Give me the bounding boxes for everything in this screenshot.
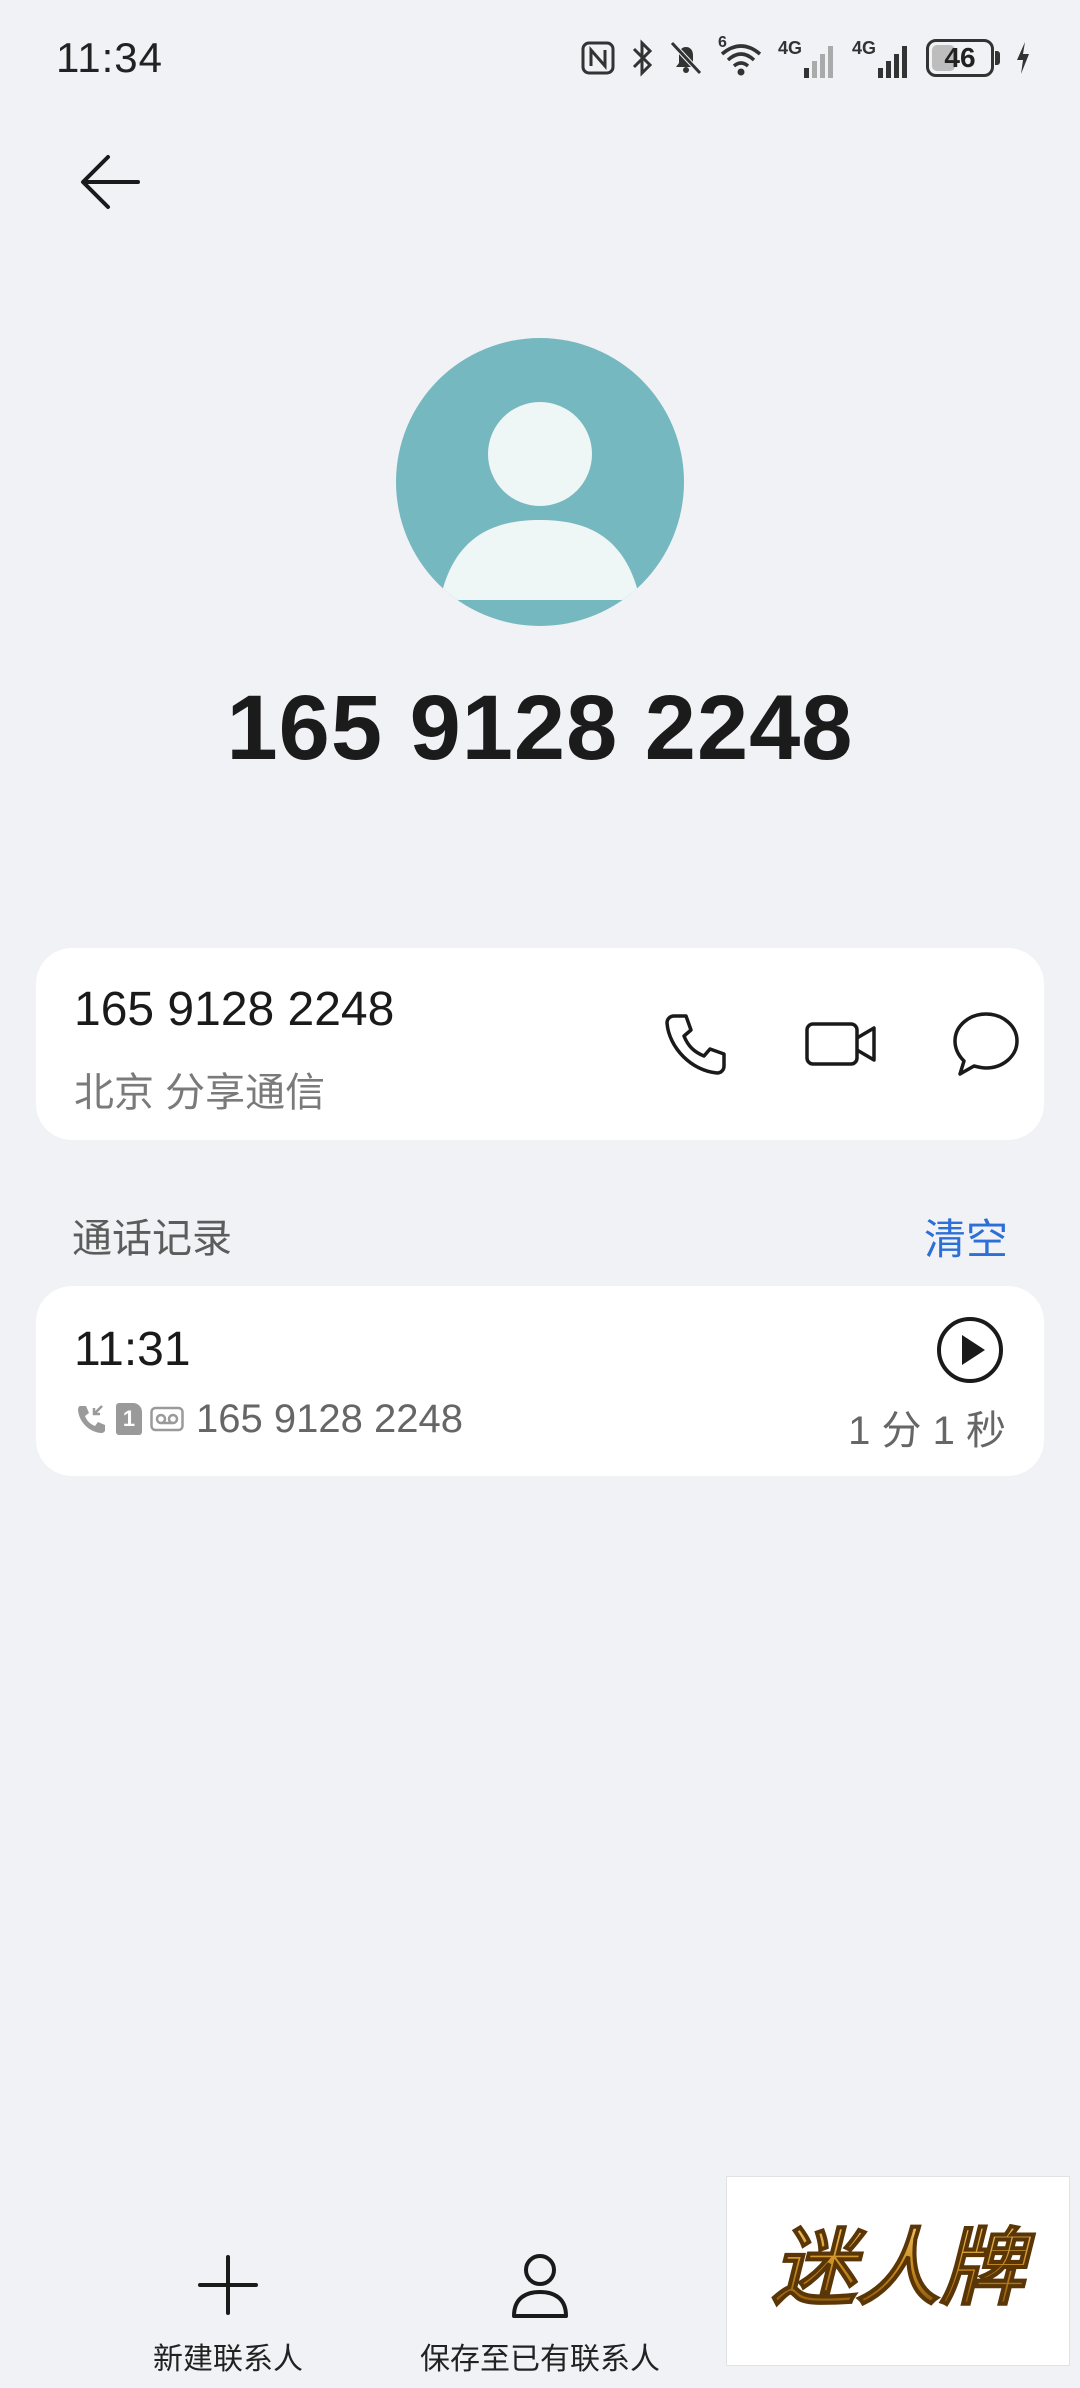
plus-icon: [198, 2255, 258, 2315]
record-number: 165 9128 2248: [196, 1396, 463, 1441]
nfc-icon: [581, 41, 615, 75]
video-call-button[interactable]: [792, 994, 892, 1094]
avatar: [396, 338, 684, 626]
network-type-1: 4G: [777, 38, 802, 58]
sim-slot-number: 1: [122, 1406, 136, 1431]
svg-text:迷人牌: 迷人牌: [772, 2219, 1036, 2317]
signal-bars-icon: [878, 46, 907, 78]
number-location: 北京 分享通信: [74, 1071, 326, 1115]
save-to-existing-label: 保存至已有联系人: [420, 2343, 660, 2376]
status-bar: 11:34 6 4G 4G 46: [0, 0, 1080, 120]
wifi-badge: 6: [717, 34, 727, 51]
call-record-item[interactable]: 11:31 1 165 9128 2248 1 分 1 秒: [36, 1286, 1044, 1476]
play-recording-button[interactable]: [934, 1314, 1006, 1386]
new-contact-label: 新建联系人: [153, 2343, 303, 2376]
battery-level: 46: [944, 42, 976, 73]
mute-bell-icon: [670, 41, 702, 75]
status-time: 11:34: [56, 34, 163, 81]
charging-icon: [1017, 42, 1029, 74]
status-icons: 6 4G 4G 46: [580, 34, 1032, 80]
person-icon: [512, 2254, 568, 2318]
signal-indicator-2: 4G: [852, 38, 912, 78]
signal-bars-icon: [803, 46, 833, 78]
message-button[interactable]: [936, 994, 1036, 1094]
page-title: 165 9128 2248: [226, 677, 854, 779]
battery-cap: [995, 51, 1000, 65]
incoming-call-icon: [78, 1405, 105, 1433]
sim-card-icon: 1: [116, 1403, 142, 1435]
bluetooth-icon: [632, 39, 653, 77]
watermark-logo: 迷人牌: [726, 2176, 1070, 2366]
watermark-text: 迷人牌: [771, 2218, 1037, 2318]
call-log-title: 通话记录: [72, 1217, 232, 1261]
call-button[interactable]: [646, 994, 746, 1094]
network-type-2: 4G: [851, 38, 876, 58]
contact-number[interactable]: 165 9128 2248: [74, 982, 394, 1037]
message-icon: [953, 1012, 1019, 1076]
back-button[interactable]: [70, 142, 150, 222]
save-to-existing-contact-button[interactable]: 保存至已有联系人: [390, 2240, 690, 2380]
play-icon: [937, 1317, 1003, 1383]
arrow-left-icon: [81, 155, 140, 209]
video-call-icon: [805, 1022, 876, 1066]
new-contact-button[interactable]: 新建联系人: [78, 2240, 378, 2380]
record-duration: 1 分 1 秒: [848, 1409, 1006, 1453]
wifi-indicator: 6: [718, 34, 764, 78]
record-time: 11:31: [74, 1323, 191, 1376]
record-meta: 1 165 9128 2248: [74, 1394, 463, 1444]
signal-indicator-1: 4G: [778, 38, 838, 78]
clear-call-log-button[interactable]: 清空: [924, 1206, 1008, 1267]
phone-icon: [665, 1014, 726, 1075]
battery-indicator: 46: [926, 39, 1000, 77]
voicemail-icon: [150, 1406, 184, 1432]
person-placeholder-icon: [440, 402, 640, 600]
contact-number-card: 165 9128 2248 北京 分享通信: [36, 948, 1044, 1140]
battery-icon: 46: [926, 39, 994, 77]
